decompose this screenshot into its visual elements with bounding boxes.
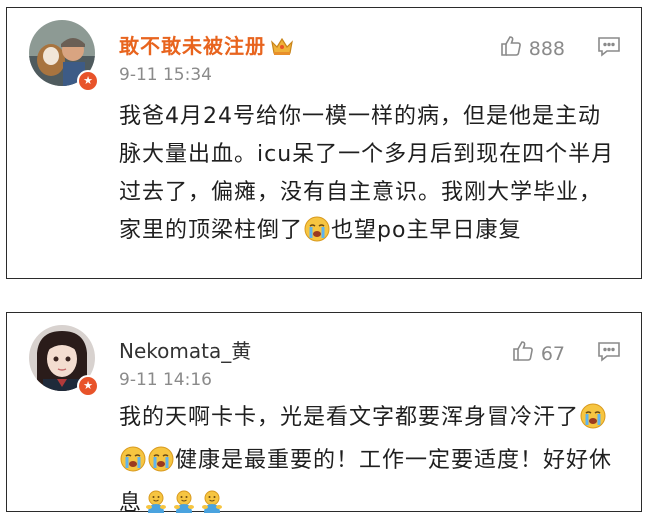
- crying-emoji-icon: [120, 446, 146, 485]
- like-button[interactable]: 67: [511, 339, 565, 368]
- comment-text-part: 也望po主早日康复: [331, 218, 522, 243]
- like-count: 888: [528, 37, 565, 60]
- timestamp: 9-11 15:34: [119, 65, 212, 85]
- crying-emoji-icon: [148, 446, 174, 485]
- crying-emoji-icon: [580, 403, 606, 442]
- username-text[interactable]: Nekomata_黄: [119, 339, 251, 363]
- comment-text: 我爸4月24号给你一模一样的病，但是他是主动脉大量出血。icu呆了一个多月后到现…: [119, 98, 623, 255]
- verified-badge-icon: ★: [77, 375, 99, 397]
- thumbs-up-icon: [511, 339, 535, 368]
- timestamp: 9-11 14:16: [119, 370, 212, 390]
- crown-icon: [270, 36, 294, 61]
- username-text[interactable]: 敢不敢未被注册: [119, 34, 266, 58]
- comment-button[interactable]: [597, 340, 621, 366]
- thumbs-up-icon: [499, 34, 523, 63]
- comment-icon: [597, 37, 621, 61]
- username[interactable]: Nekomata_黄: [119, 335, 251, 364]
- comment-text-part: 我的天啊卡卡，光是看文字都要浑身冒冷汗了: [119, 405, 580, 430]
- comment-text: 我的天啊卡卡，光是看文字都要浑身冒冷汗了健康是最重要的！工作一定要适度！好好休息: [119, 399, 623, 528]
- username[interactable]: 敢不敢未被注册: [119, 30, 294, 61]
- hugging-emoji-icon: [143, 489, 169, 528]
- hugging-emoji-icon: [171, 489, 197, 528]
- crying-emoji-icon: [304, 216, 330, 255]
- avatar-wrap[interactable]: ★: [29, 325, 105, 401]
- comment-card: ★ 敢不敢未被注册 9-11 15:34 888 我爸4月24号给你一模一样的病…: [6, 7, 642, 279]
- verified-badge-icon: ★: [77, 70, 99, 92]
- avatar-wrap[interactable]: ★: [29, 20, 105, 96]
- comment-button[interactable]: [597, 35, 621, 61]
- comment-card: ★ Nekomata_黄 9-11 14:16 67 我的天啊卡卡，光是看文字都…: [6, 312, 642, 516]
- like-button[interactable]: 888: [499, 34, 565, 63]
- comment-icon: [597, 342, 621, 366]
- hugging-emoji-icon: [199, 489, 225, 528]
- like-count: 67: [540, 342, 565, 365]
